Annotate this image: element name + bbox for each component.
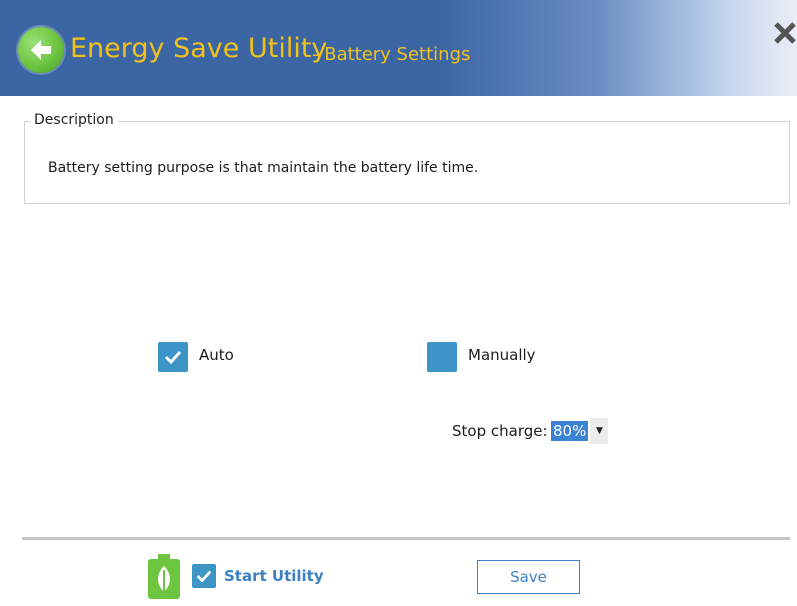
- auto-checkbox[interactable]: [158, 342, 188, 372]
- app-title: Energy Save Utility: [70, 33, 328, 64]
- back-arrow-icon: [31, 40, 51, 60]
- start-utility-checkbox[interactable]: [192, 564, 216, 588]
- stop-charge-dropdown[interactable]: ▼: [590, 418, 608, 444]
- stop-charge-value[interactable]: 80%: [551, 421, 589, 441]
- start-utility-label[interactable]: Start Utility: [224, 567, 324, 585]
- stop-charge-label: Stop charge:: [452, 422, 548, 440]
- footer-divider: [22, 537, 790, 540]
- dropdown-arrow-icon: ▼: [596, 426, 603, 436]
- battery-leaf-icon: [148, 554, 180, 599]
- page-subtitle: - Battery Settings: [312, 44, 471, 65]
- title-bar: Energy Save Utility - Battery Settings: [0, 0, 797, 96]
- manually-label[interactable]: Manually: [468, 346, 536, 364]
- close-icon[interactable]: [772, 18, 797, 48]
- description-text: Battery setting purpose is that maintain…: [48, 160, 479, 176]
- checkmark-icon: [196, 570, 212, 583]
- checkmark-icon: [164, 350, 182, 365]
- description-legend: Description: [30, 112, 118, 128]
- manually-checkbox[interactable]: [427, 342, 457, 372]
- back-button[interactable]: [18, 27, 64, 73]
- auto-label[interactable]: Auto: [199, 346, 234, 364]
- save-button[interactable]: Save: [477, 560, 580, 594]
